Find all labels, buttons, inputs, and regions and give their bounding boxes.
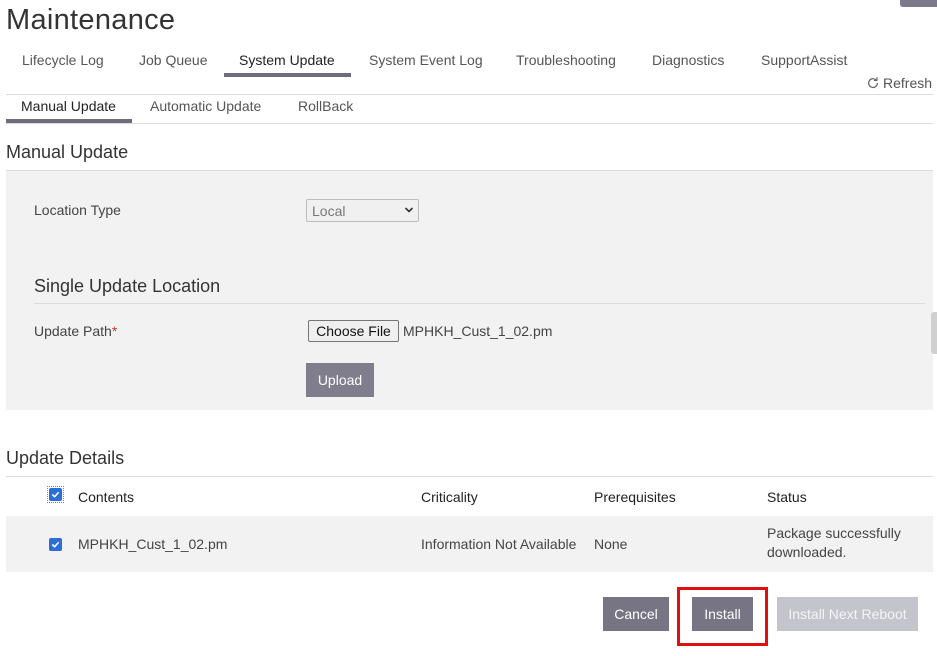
single-update-divider [34, 303, 925, 304]
subtab-manual-update[interactable]: Manual Update [21, 98, 116, 114]
subtab-rollback[interactable]: RollBack [298, 98, 353, 114]
refresh-label: Refresh [883, 75, 933, 91]
active-tab-indicator [224, 73, 351, 77]
row-status: Package successfully downloaded. [767, 525, 901, 560]
column-header-prerequisites[interactable]: Prerequisites [594, 489, 676, 505]
upload-button[interactable]: Upload [306, 363, 374, 397]
location-type-select[interactable]: Local [306, 199, 419, 222]
tab-system-event-log[interactable]: System Event Log [369, 52, 483, 74]
tab-troubleshooting[interactable]: Troubleshooting [516, 52, 616, 74]
row-prerequisites: None [594, 536, 628, 552]
row-criticality: Information Not Available [421, 536, 577, 552]
tabs-divider [6, 94, 933, 95]
tab-job-queue[interactable]: Job Queue [139, 52, 208, 74]
checkmark-icon [51, 491, 60, 498]
column-header-contents[interactable]: Contents [78, 489, 134, 505]
row-contents: MPHKH_Cust_1_02.pm [78, 536, 228, 552]
update-details-title: Update Details [6, 448, 125, 468]
refresh-icon [868, 77, 878, 89]
update-path-label-text: Update Path [34, 323, 112, 339]
column-header-status[interactable]: Status [767, 489, 807, 505]
selected-file-name: MPHKH_Cust_1_02.pm [403, 323, 553, 339]
column-header-criticality[interactable]: Criticality [421, 489, 478, 505]
update-details-divider [6, 476, 933, 477]
scrollbar-handle[interactable] [931, 312, 937, 354]
location-type-value: Local [312, 203, 346, 219]
select-all-checkbox[interactable] [49, 488, 62, 501]
update-path-label: Update Path* [34, 323, 117, 339]
tab-supportassist[interactable]: SupportAssist [761, 52, 847, 74]
subtab-automatic-update[interactable]: Automatic Update [150, 98, 261, 114]
manual-update-title: Manual Update [6, 142, 129, 162]
row-checkbox[interactable] [49, 538, 62, 551]
tab-diagnostics[interactable]: Diagnostics [652, 52, 724, 74]
required-marker: * [111, 323, 118, 339]
top-corner-tab [900, 0, 937, 7]
refresh-button[interactable]: Refresh [866, 75, 932, 91]
location-type-label: Location Type [34, 202, 121, 218]
cancel-button[interactable]: Cancel [603, 597, 669, 631]
tab-lifecycle-log[interactable]: Lifecycle Log [22, 52, 104, 74]
install-highlight-box [677, 587, 768, 646]
checkmark-icon [51, 541, 60, 548]
install-next-reboot-button[interactable]: Install Next Reboot [777, 597, 918, 631]
single-update-location-title: Single Update Location [34, 276, 221, 296]
tab-system-update[interactable]: System Update [239, 52, 335, 74]
choose-file-button[interactable]: Choose File [308, 320, 399, 342]
subtabs-divider [6, 123, 933, 124]
page-title: Maintenance [6, 4, 176, 36]
table-header: Contents Criticality Prerequisites Statu… [6, 485, 933, 511]
table-row: MPHKH_Cust_1_02.pm Information Not Avail… [6, 516, 933, 572]
chevron-down-icon [404, 207, 414, 213]
